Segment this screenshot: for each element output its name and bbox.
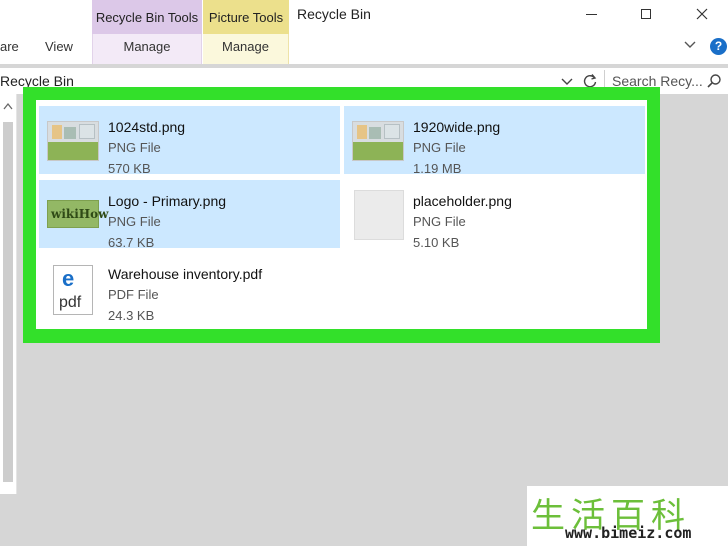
file-name: Warehouse inventory.pdf <box>108 266 263 282</box>
file-type: PDF File <box>108 287 159 302</box>
search-icon[interactable] <box>706 73 722 89</box>
file-type: PNG File <box>413 214 466 229</box>
picture-tools-tab[interactable]: Picture Tools Manage <box>203 0 289 64</box>
file-size: 24.3 KB <box>108 308 155 323</box>
navigation-pane <box>0 94 17 494</box>
file-item-1920wide[interactable]: 1920wide.png PNG File 1.19 MB <box>344 106 645 176</box>
recycle-bin-tools-tab[interactable]: Recycle Bin Tools Manage <box>92 0 202 64</box>
watermark: 生活百科 www.bimeiz.com <box>527 486 728 546</box>
maximize-button[interactable] <box>637 5 655 23</box>
window-title: Recycle Bin <box>297 6 371 22</box>
address-dropdown-icon[interactable] <box>560 74 574 88</box>
close-button[interactable] <box>693 5 711 23</box>
file-size: 570 KB <box>108 161 151 176</box>
image-thumbnail <box>352 121 404 161</box>
blank-thumbnail <box>354 190 404 240</box>
file-type: PNG File <box>413 140 466 155</box>
scroll-up-icon[interactable] <box>3 102 13 110</box>
image-thumbnail <box>47 121 99 161</box>
file-size: 1.19 MB <box>413 161 462 176</box>
file-type: PNG File <box>108 140 161 155</box>
recycle-bin-tools-label[interactable]: Recycle Bin Tools <box>92 0 202 34</box>
file-type: PNG File <box>108 214 161 229</box>
file-list: 1024std.png PNG File 570 KB 1920wide.png… <box>36 100 647 329</box>
maximize-icon <box>641 9 651 19</box>
minimize-button[interactable] <box>583 5 601 23</box>
picture-manage-tab[interactable]: Manage <box>203 34 289 64</box>
picture-tools-label[interactable]: Picture Tools <box>203 0 289 34</box>
file-name: placeholder.png <box>413 193 512 209</box>
file-size: 5.10 KB <box>413 235 460 250</box>
scrollbar-thumb[interactable] <box>3 122 13 482</box>
share-tab[interactable]: are <box>0 39 19 54</box>
edge-logo-icon: e <box>62 266 75 291</box>
wikihow-logo: wikiHow <box>51 207 109 221</box>
minimize-icon <box>586 14 597 15</box>
help-icon[interactable]: ? <box>710 38 727 55</box>
close-icon <box>696 8 708 20</box>
logo-thumbnail: wikiHow <box>47 200 108 228</box>
file-name: Logo - Primary.png <box>108 193 227 209</box>
file-item-1024std[interactable]: 1024std.png PNG File 570 KB <box>39 106 340 176</box>
watermark-url: www.bimeiz.com <box>565 524 692 542</box>
chevron-down-icon[interactable] <box>683 37 697 51</box>
view-tab[interactable]: View <box>45 39 73 54</box>
ribbon: Recycle Bin Tools Manage Picture Tools M… <box>0 0 728 64</box>
file-name: 1024std.png <box>108 119 186 135</box>
pdf-label: pdf <box>59 294 82 311</box>
file-size: 63.7 KB <box>108 235 155 250</box>
recycle-bin-manage-tab[interactable]: Manage <box>92 34 202 64</box>
pdf-icon: e pdf <box>53 265 93 315</box>
file-item-logo-primary[interactable]: wikiHow Logo - Primary.png PNG File 63.7… <box>39 180 340 250</box>
file-item-warehouse-inventory[interactable]: e pdf Warehouse inventory.pdf PDF File 2… <box>39 253 340 323</box>
file-item-placeholder[interactable]: placeholder.png PNG File 5.10 KB <box>344 180 645 250</box>
file-name: 1920wide.png <box>413 119 501 135</box>
